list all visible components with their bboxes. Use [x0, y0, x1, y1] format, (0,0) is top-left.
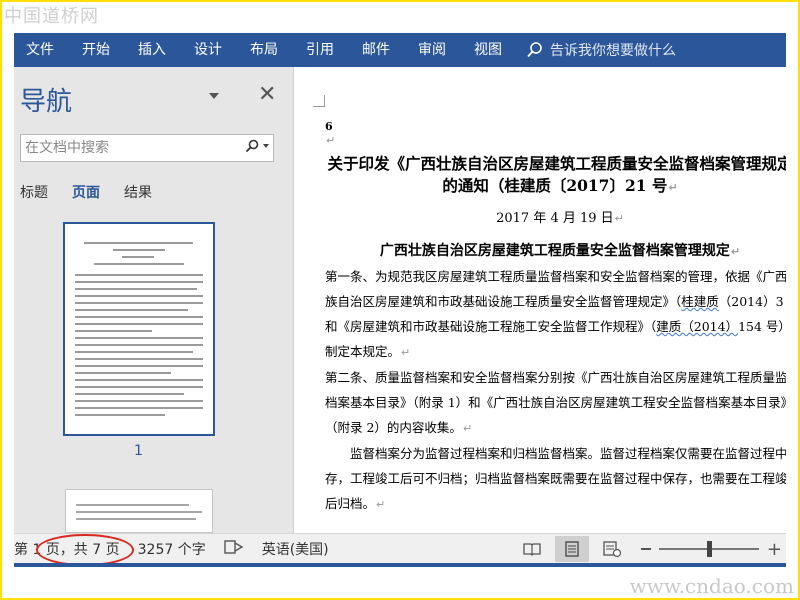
document-title: 关于印发《广西壮族自治区房屋建筑工程质量安全监督档案管理规定 的通知（桂建质〔2… — [327, 154, 786, 195]
article-2: 第二条、质量监督档案和安全监督档案分别按《广西壮族自治区房屋建筑工程质量监督 档… — [325, 370, 786, 435]
navigation-pane: 导航 ✕ 在文档中搜索 标题 页面 结果 1 — [14, 67, 294, 533]
nav-tab-headings[interactable]: 标题 — [20, 182, 48, 202]
tell-me-text: 告诉我你想要做什么 — [550, 43, 676, 59]
chevron-down-icon — [263, 144, 269, 148]
proofing-icon[interactable] — [224, 539, 244, 559]
web-layout-icon[interactable] — [595, 536, 629, 562]
tab-design[interactable]: 设计 — [180, 33, 236, 67]
page-thumbnail-number: 1 — [134, 443, 143, 459]
page-thumbnail-2[interactable] — [65, 489, 213, 533]
zoom-slider[interactable] — [658, 541, 759, 557]
word-count-status[interactable]: 3257 个字 — [138, 539, 206, 559]
nav-options-dropdown-icon[interactable] — [209, 93, 219, 99]
zoom-out-button[interactable] — [640, 548, 651, 550]
window-bottom-border — [14, 563, 786, 567]
paragraph-mark-icon: ↵ — [326, 134, 336, 147]
document-area[interactable]: 6 ↵ 关于印发《广西壮族自治区房屋建筑工程质量安全监督档案管理规定 的通知（桂… — [295, 67, 786, 533]
zoom-slider-handle[interactable] — [706, 541, 712, 557]
page-margin-mark — [313, 95, 325, 107]
tell-me-box[interactable]: 告诉我你想要做什么 — [526, 40, 676, 60]
search-icon — [245, 139, 259, 153]
ribbon-tab-bar: 文件 开始 插入 设计 布局 引用 邮件 审阅 视图 告诉我你想要做什么 — [14, 33, 786, 67]
tab-insert[interactable]: 插入 — [124, 33, 180, 67]
tab-home[interactable]: 开始 — [68, 33, 124, 67]
tab-mailings[interactable]: 邮件 — [348, 33, 404, 67]
document-date: 2017 年 4 月 19 日↵ — [496, 211, 624, 226]
language-status[interactable]: 英语(美国) — [262, 539, 329, 559]
highlight-circle — [36, 534, 134, 566]
lightbulb-search-icon — [527, 42, 542, 58]
read-mode-icon[interactable] — [515, 536, 549, 562]
document-page: 6 ↵ 关于印发《广西壮族自治区房屋建筑工程质量安全监督档案管理规定 的通知（桂… — [325, 115, 786, 517]
nav-search-button[interactable] — [245, 139, 269, 153]
page-thumbnail-1[interactable] — [63, 222, 215, 436]
nav-search-input[interactable]: 在文档中搜索 — [20, 134, 274, 162]
print-layout-icon[interactable] — [554, 536, 589, 562]
view-controls: + — [515, 534, 786, 564]
tab-view[interactable]: 视图 — [460, 33, 516, 67]
page-marker: 6 — [325, 120, 333, 133]
tab-review[interactable]: 审阅 — [404, 33, 460, 67]
document-heading: 广西壮族自治区房屋建筑工程质量安全监督档案管理规定↵ — [379, 243, 741, 259]
nav-pane-title: 导航 — [20, 87, 73, 117]
nav-tabs: 标题 页面 结果 — [20, 182, 176, 202]
nav-search-placeholder: 在文档中搜索 — [25, 140, 109, 156]
tab-file[interactable]: 文件 — [14, 33, 68, 67]
watermark-top: 中国道桥网 — [4, 6, 99, 27]
tab-references[interactable]: 引用 — [292, 33, 348, 67]
paragraph-archive-types: 监督档案分为监督过程档案和归档监督档案。监督过程档案仅需要在监督过程中保 存，工… — [325, 446, 786, 511]
nav-tab-pages[interactable]: 页面 — [72, 182, 100, 202]
tab-layout[interactable]: 布局 — [236, 33, 292, 67]
watermark-bottom: www.cndao.com — [629, 574, 794, 598]
nav-close-icon[interactable]: ✕ — [258, 83, 276, 107]
nav-tab-results[interactable]: 结果 — [124, 182, 152, 202]
article-1: 第一条、为规范我区房屋建筑工程质量监督档案和安全监督档案的管理，依据《广西壮 族… — [325, 269, 786, 359]
zoom-in-button[interactable]: + — [767, 539, 782, 560]
